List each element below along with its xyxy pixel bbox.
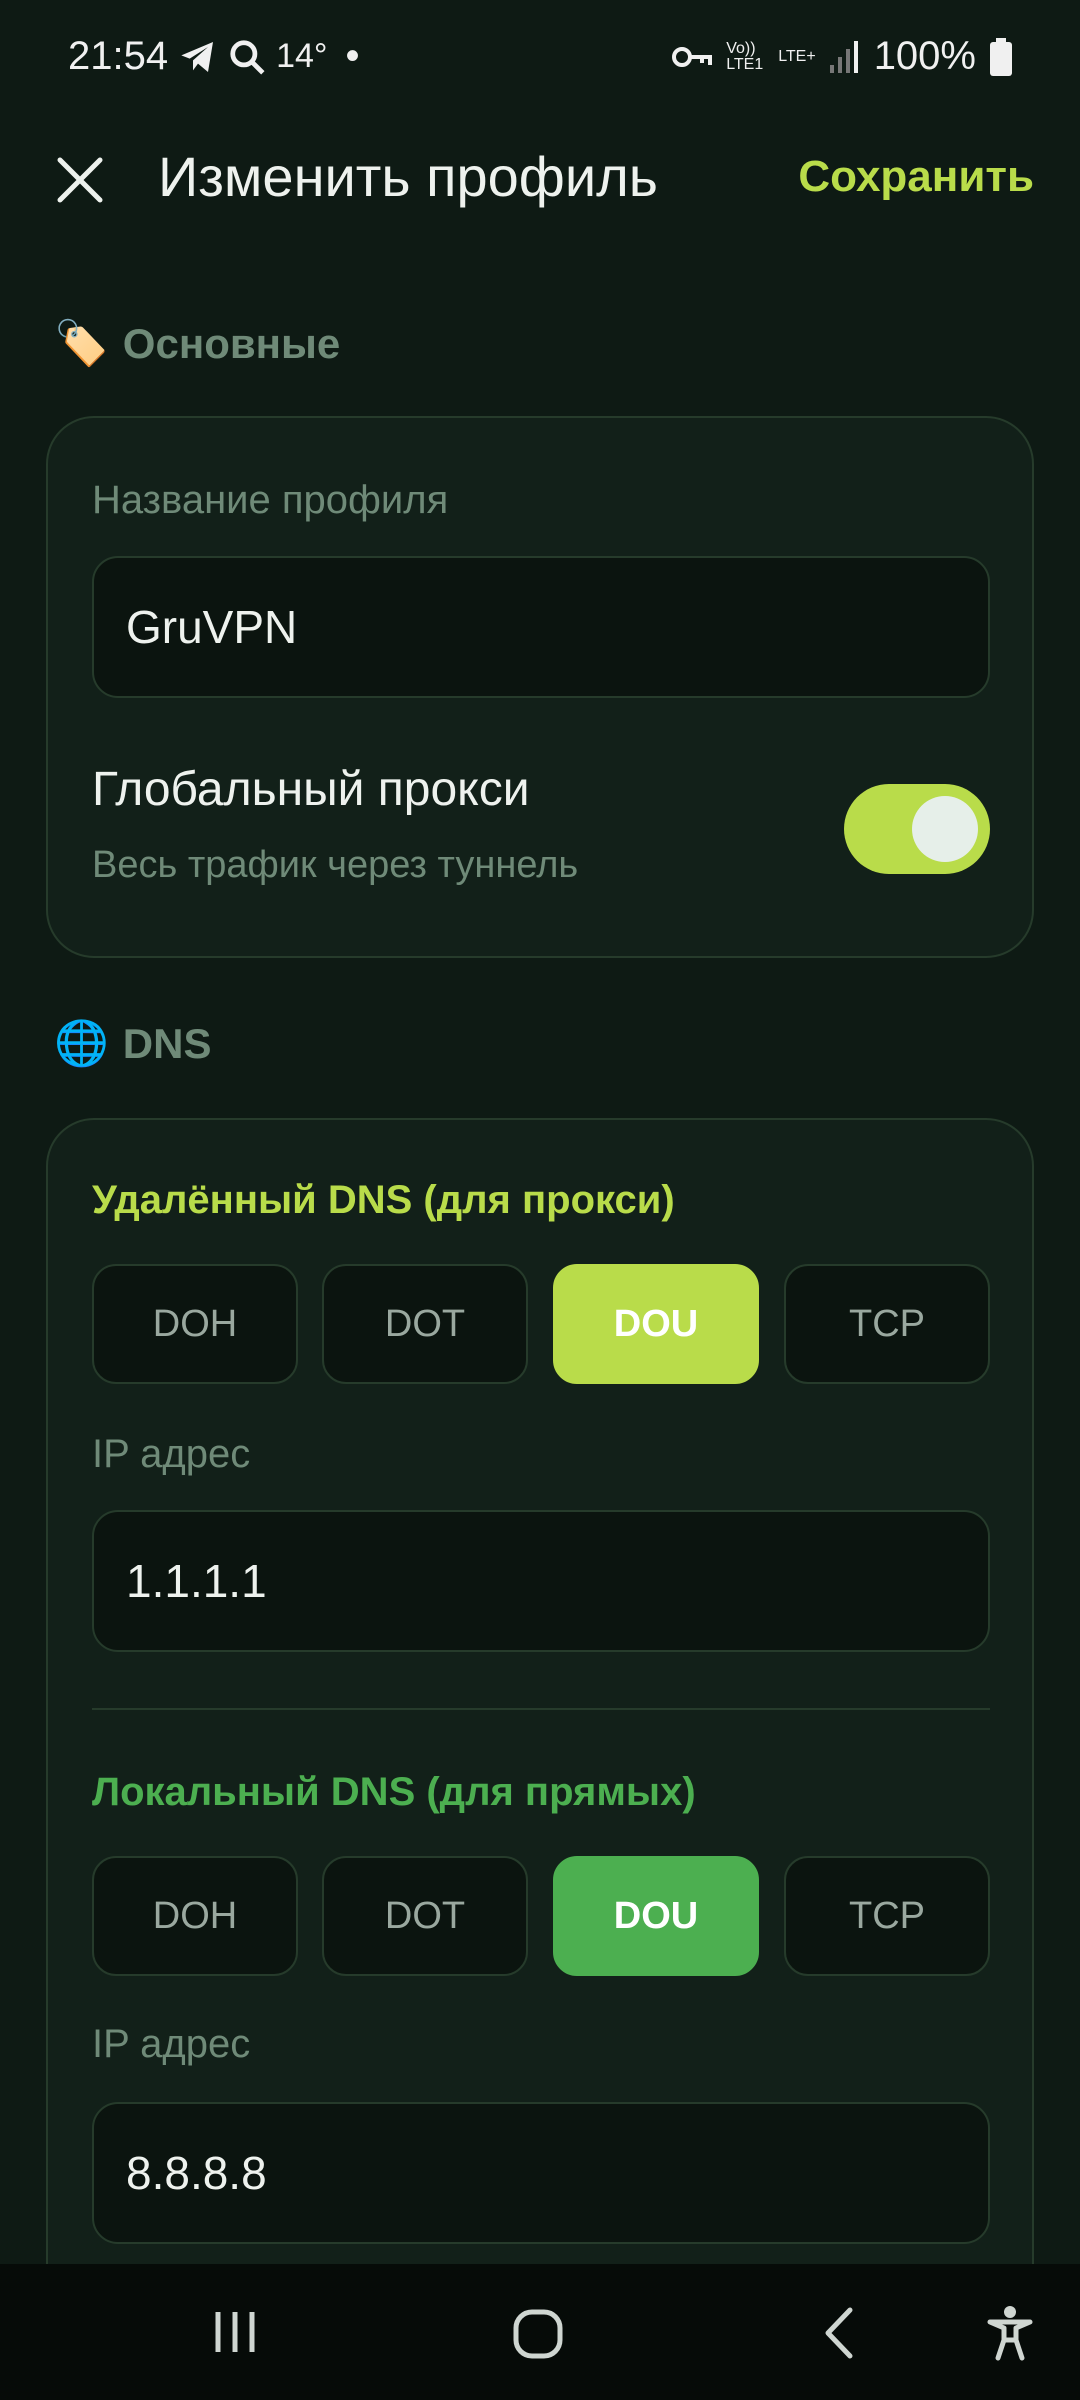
status-time: 21:54 [68,34,169,78]
lte-indicator: LTE+ [778,47,816,65]
globe-icon: 🌐 [54,1019,109,1068]
system-nav-bar [0,2264,1080,2400]
profile-name-input[interactable]: GruVPN [92,556,990,698]
toggle-knob [912,796,978,862]
status-bar: 21:54 14° • Vo)) LTE1 LTE+ 100% [0,0,1080,118]
local-dns-title: Локальный DNS (для прямых) [92,1770,696,1814]
remote-option-dou[interactable]: DOU [553,1264,759,1384]
local-option-doh[interactable]: DOH [92,1856,298,1976]
local-dns-protocol-selector: DOH DOT DOU TCP [92,1856,992,1976]
local-option-dou[interactable]: DOU [553,1856,759,1976]
accessibility-button[interactable] [980,2300,1040,2366]
remote-dns-title: Удалённый DNS (для прокси) [92,1178,675,1222]
remote-dns-protocol-selector: DOH DOT DOU TCP [92,1264,992,1384]
section-title-dns: DNS [122,1020,212,1067]
remote-ip-input[interactable]: 1.1.1.1 [92,1510,990,1652]
battery-icon [990,37,1012,76]
dns-divider [92,1708,990,1710]
vpn-key-icon [672,46,713,67]
home-button[interactable] [508,2302,572,2366]
save-button[interactable]: Сохранить [798,152,1034,202]
global-proxy-label: Глобальный прокси [92,763,530,816]
remote-option-tcp[interactable]: TCP [784,1264,990,1384]
page-title: Изменить профиль [158,145,658,208]
search-icon [230,39,265,75]
status-left: 21:54 14° • [68,34,360,79]
global-proxy-description: Весь трафик через туннель [92,844,579,886]
signal-icon [829,40,858,73]
close-button[interactable] [50,150,110,210]
battery-percent: 100% [873,34,976,78]
basic-card: Название профиля GruVPN Глобальный прокс… [46,416,1034,958]
back-icon [825,2307,853,2359]
remote-option-dot[interactable]: DOT [322,1264,528,1384]
accessibility-icon [987,2306,1033,2361]
section-title-basic: Основные [122,320,341,367]
dns-card: Удалённый DNS (для прокси) DOH DOT DOU T… [46,1118,1034,2318]
local-ip-input[interactable]: 8.8.8.8 [92,2102,990,2244]
status-temperature: 14° [276,37,328,75]
local-option-tcp[interactable]: TCP [784,1856,990,1976]
remote-option-doh[interactable]: DOH [92,1264,298,1384]
telegram-icon [181,41,214,72]
global-proxy-toggle[interactable] [844,784,990,874]
recents-icon [215,2312,255,2352]
section-header-basic: 🏷️ Основные [54,320,340,368]
tag-icon: 🏷️ [54,319,109,368]
close-icon [57,157,103,203]
back-button[interactable] [810,2300,870,2366]
local-ip-label: IP адрес [92,2022,251,2066]
remote-ip-label: IP адрес [92,1432,251,1476]
status-right: Vo)) LTE1 LTE+ 100% [672,34,1012,79]
home-icon [513,2309,563,2359]
section-header-dns: 🌐 DNS [54,1020,211,1068]
volte-indicator: Vo)) LTE1 [726,39,764,73]
profile-name-label: Название профиля [92,478,449,522]
local-option-dot[interactable]: DOT [322,1856,528,1976]
recents-button[interactable] [200,2304,270,2360]
status-dot: • [345,34,360,78]
